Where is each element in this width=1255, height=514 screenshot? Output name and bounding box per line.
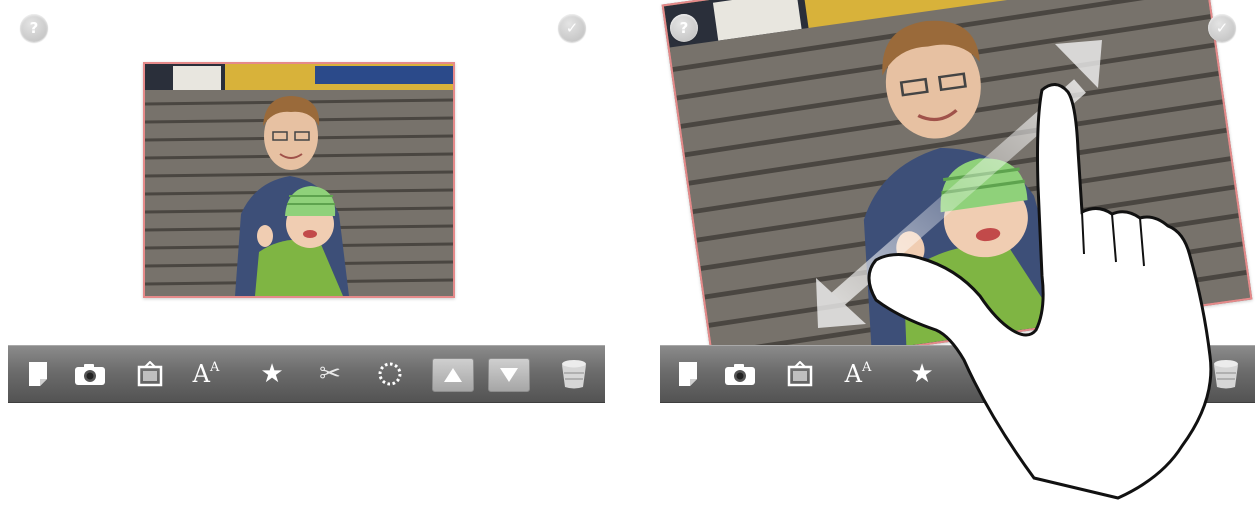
sticker-button[interactable]: ★ xyxy=(904,356,940,392)
text-style-button[interactable]: AA xyxy=(840,356,876,392)
text-style-icon: AA xyxy=(844,360,872,388)
toolbar: AA ★ xyxy=(660,345,1255,403)
send-backward-button[interactable] xyxy=(488,358,530,392)
new-page-button[interactable] xyxy=(670,356,706,392)
photo-image xyxy=(145,64,453,296)
trash-icon xyxy=(562,360,586,389)
frame-button[interactable] xyxy=(132,356,168,392)
send-backward-icon xyxy=(500,368,518,382)
new-page-icon xyxy=(679,362,697,386)
bring-forward-button[interactable] xyxy=(432,358,474,392)
screen-after: ? ✓ AA ★ xyxy=(650,0,1255,514)
help-button[interactable]: ? xyxy=(20,14,48,42)
scissors-icon: ✂ xyxy=(319,359,341,389)
frame-button[interactable] xyxy=(782,356,818,392)
new-page-icon xyxy=(29,362,47,386)
help-icon: ? xyxy=(29,19,39,37)
photo-item[interactable] xyxy=(143,62,455,298)
toolbar: AA ★ ✂ xyxy=(8,345,605,403)
text-style-icon: AA xyxy=(192,360,220,388)
checkmark-icon: ✓ xyxy=(1215,19,1229,37)
camera-button[interactable] xyxy=(722,356,758,392)
new-page-button[interactable] xyxy=(20,356,56,392)
help-button[interactable]: ? xyxy=(670,14,698,42)
screen-before: ? ✓ AA ★ ✂ xyxy=(0,0,605,514)
help-icon: ? xyxy=(679,19,689,37)
trash-button[interactable] xyxy=(1208,356,1244,392)
sticker-button[interactable]: ★ xyxy=(254,356,290,392)
photo-item-resized[interactable] xyxy=(661,0,1253,376)
spinner-icon xyxy=(378,362,402,386)
checkmark-icon: ✓ xyxy=(565,19,579,37)
bring-forward-icon xyxy=(444,368,462,382)
star-icon: ★ xyxy=(260,359,284,389)
camera-icon xyxy=(725,364,755,385)
done-button[interactable]: ✓ xyxy=(558,14,586,42)
frame-icon xyxy=(787,361,813,387)
frame-icon xyxy=(137,361,163,387)
effects-button[interactable] xyxy=(372,356,408,392)
done-button[interactable]: ✓ xyxy=(1208,14,1236,42)
photo-image xyxy=(663,0,1251,373)
trash-button[interactable] xyxy=(556,356,592,392)
camera-icon xyxy=(75,364,105,385)
camera-button[interactable] xyxy=(72,356,108,392)
trash-icon xyxy=(1214,360,1238,389)
star-icon: ★ xyxy=(910,359,934,389)
cut-button[interactable]: ✂ xyxy=(312,356,348,392)
text-style-button[interactable]: AA xyxy=(188,356,224,392)
